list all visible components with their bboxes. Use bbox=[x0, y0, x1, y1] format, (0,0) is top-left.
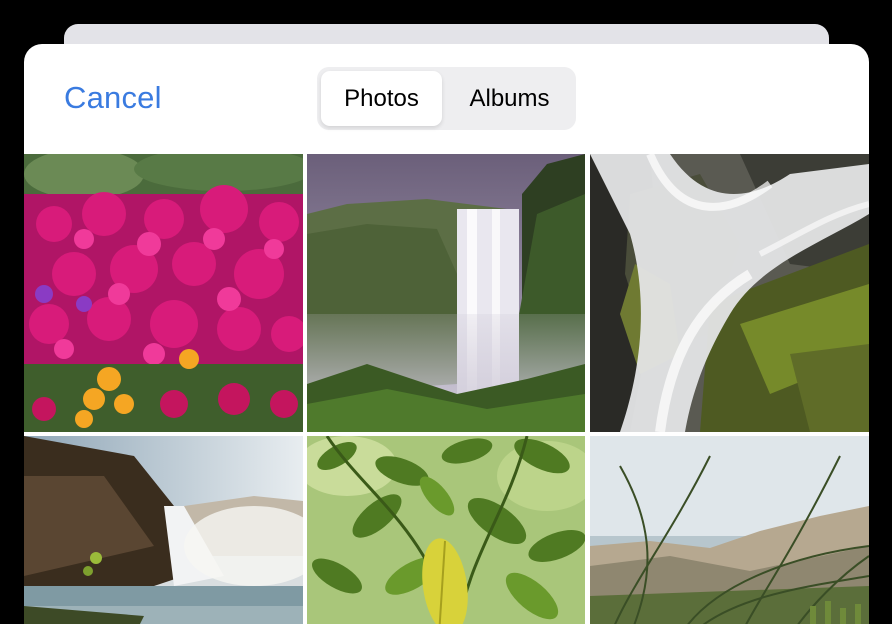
photo-thumbnail-waterfall-coast[interactable] bbox=[24, 436, 303, 624]
albums-segment[interactable]: Albums bbox=[447, 71, 572, 126]
cancel-button[interactable]: Cancel bbox=[64, 80, 162, 116]
photo-picker-sheet: Cancel Photos Albums bbox=[24, 44, 869, 624]
flowers-image bbox=[24, 154, 303, 432]
photo-thumbnail-flowers[interactable] bbox=[24, 154, 303, 432]
photos-segment[interactable]: Photos bbox=[321, 71, 442, 126]
photo-grid bbox=[24, 154, 869, 624]
waterfall-rocks-image bbox=[590, 154, 869, 432]
waterfall-coast-image bbox=[24, 436, 303, 624]
leaves-image bbox=[307, 436, 585, 624]
photo-thumbnail-dune-grass[interactable] bbox=[590, 436, 869, 624]
dune-grass-image bbox=[590, 436, 869, 624]
photo-thumbnail-waterfall-rocks[interactable] bbox=[590, 154, 869, 432]
photo-thumbnail-waterfall-cliff[interactable] bbox=[307, 154, 585, 432]
photos-albums-segmented-control: Photos Albums bbox=[317, 67, 576, 130]
photo-thumbnail-leaves[interactable] bbox=[307, 436, 585, 624]
waterfall-cliff-image bbox=[307, 154, 585, 432]
